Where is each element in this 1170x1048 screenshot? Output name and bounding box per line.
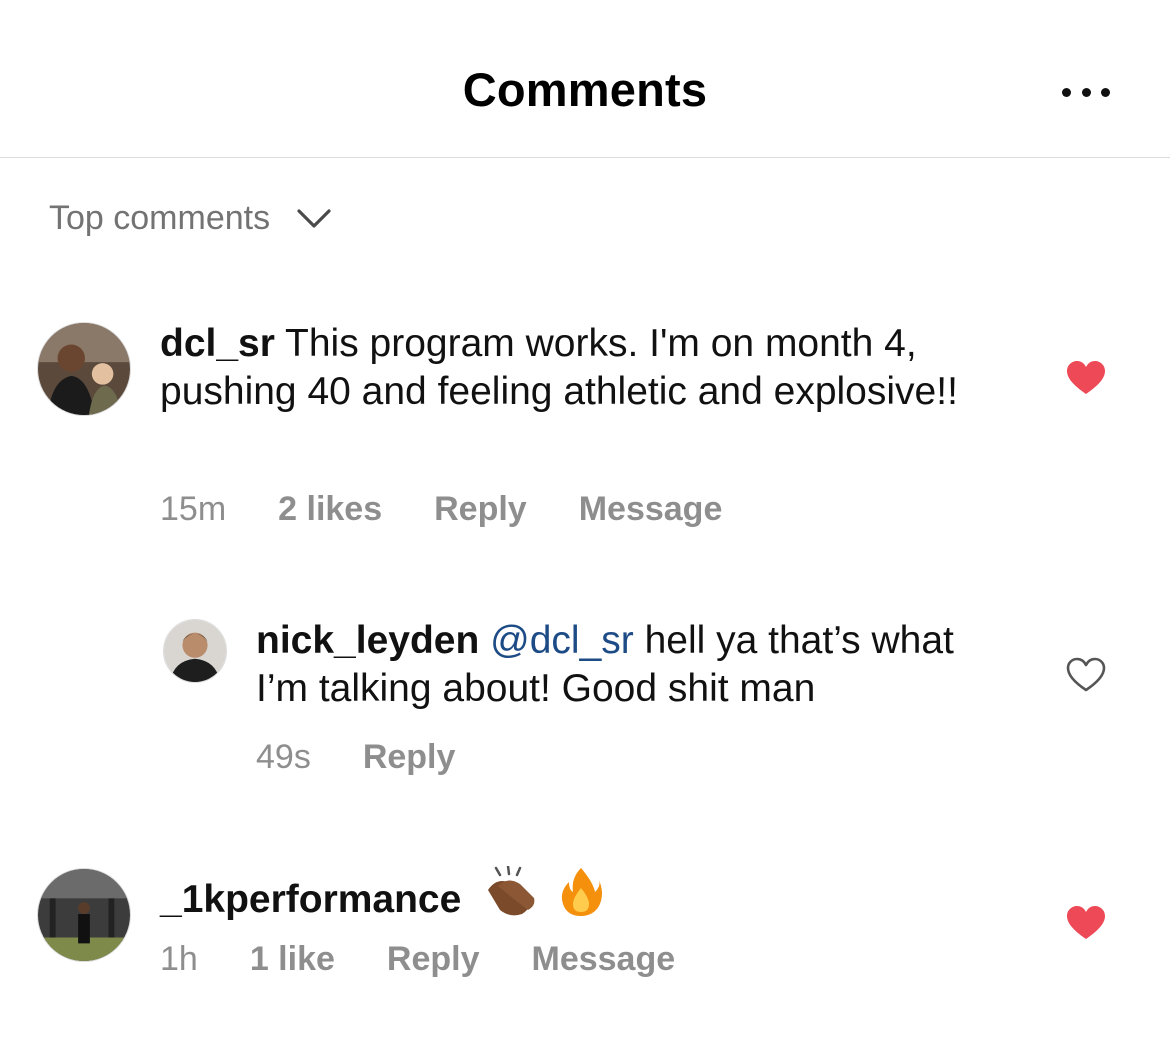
- avatar[interactable]: [37, 868, 131, 962]
- comment-time: 1h: [160, 940, 198, 978]
- more-dot: [1062, 87, 1071, 97]
- reply-button[interactable]: Reply: [363, 738, 456, 777]
- comment-time: 49s: [256, 738, 311, 776]
- avatar-image: [38, 869, 130, 961]
- mention-link[interactable]: @dcl_sr: [490, 619, 634, 662]
- comment-body: _1kperformance: [160, 866, 1000, 924]
- comment-body: nick_leyden @dcl_sr hell ya that’s what …: [256, 617, 1016, 713]
- clapping-hands-emoji-icon: [488, 866, 535, 916]
- header-bar: Comments: [0, 0, 1170, 158]
- comment-username[interactable]: dcl_sr: [160, 322, 275, 365]
- chevron-down-icon: [297, 209, 331, 228]
- message-button[interactable]: Message: [579, 490, 723, 529]
- fire-emoji-icon: [561, 868, 603, 916]
- sort-selector[interactable]: Top comments: [49, 196, 332, 240]
- avatar[interactable]: [163, 619, 227, 683]
- heart-filled-icon[interactable]: [1066, 905, 1106, 941]
- heart-filled-icon[interactable]: [1066, 360, 1106, 396]
- page-title: Comments: [462, 63, 708, 116]
- reply-button[interactable]: Reply: [434, 490, 527, 529]
- likes-count-link[interactable]: 2 likes: [278, 490, 382, 529]
- comment-body: dcl_sr This program works. I'm on month …: [160, 320, 1000, 416]
- likes-count-link[interactable]: 1 like: [250, 940, 335, 979]
- comment-time: 15m: [160, 490, 227, 528]
- avatar-image: [164, 620, 226, 682]
- avatar-image: [38, 323, 130, 415]
- comment-meta: 1h 1 like Reply Message: [160, 940, 727, 979]
- reply-button[interactable]: Reply: [387, 940, 480, 979]
- more-dot: [1081, 87, 1091, 97]
- more-dot: [1101, 87, 1110, 97]
- comment-username[interactable]: _1kperformance: [160, 878, 461, 921]
- comment-meta: 15m 2 likes Reply Message: [160, 490, 774, 529]
- comment-meta: 49s Reply: [256, 738, 507, 777]
- sort-label: Top comments: [49, 198, 271, 237]
- comment-text: This program works. I'm on month 4, push…: [160, 322, 958, 413]
- comment-username[interactable]: nick_leyden: [256, 619, 479, 662]
- heart-outline-icon[interactable]: [1066, 657, 1106, 693]
- avatar[interactable]: [37, 322, 131, 416]
- message-button[interactable]: Message: [532, 940, 676, 979]
- more-options-icon[interactable]: [1062, 82, 1110, 102]
